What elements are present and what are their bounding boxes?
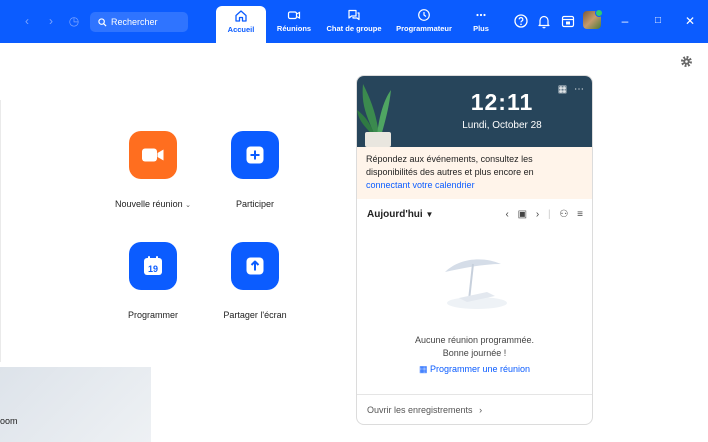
filter-icon[interactable]: ≡ <box>577 209 583 220</box>
day-selector[interactable]: Aujourd'hui ▼ <box>367 209 433 220</box>
calendar-day-icon: 19 <box>144 256 162 275</box>
forward-icon[interactable]: › <box>43 13 59 29</box>
notice-text: Répondez aux événements, consultez les d… <box>366 154 534 177</box>
calendar-card: 12:11 Lundi, October 28 ▦ ⋯ Répondez aux… <box>356 75 593 425</box>
tab-label: Chat de groupe <box>326 24 382 33</box>
schedule-meeting-link[interactable]: ▦ Programmer une réunion <box>357 364 592 375</box>
tab-label: Plus <box>473 24 489 33</box>
join-button[interactable] <box>231 131 279 179</box>
more-icon <box>476 13 486 17</box>
schedule-meeting-label: Programmer une réunion <box>429 364 531 374</box>
no-meetings-text: Aucune réunion programmée. Bonne journée… <box>357 334 592 360</box>
chevron-right-icon[interactable]: › <box>536 209 539 220</box>
title-bar: ‹ › ◷ Accueil Réunions Chat de groupe Pr… <box>0 0 708 43</box>
search-input[interactable] <box>111 17 179 27</box>
chevron-left-icon[interactable]: ‹ <box>506 209 509 220</box>
tab-reunions[interactable]: Réunions <box>272 0 316 43</box>
history-icon[interactable]: ◷ <box>66 13 82 29</box>
calendar-small-icon[interactable]: ▦ <box>558 84 567 95</box>
tab-label: Programmateur <box>396 24 452 33</box>
video-icon <box>287 11 301 20</box>
schedule-label: Programmer <box>127 310 178 320</box>
connect-calendar-link[interactable]: connectant votre calendrier <box>366 180 475 190</box>
join-label: Participer <box>235 199 274 209</box>
calendar-icon[interactable] <box>559 12 577 30</box>
chevron-down-icon: ▼ <box>425 210 434 219</box>
recordings-link: Ouvrir les enregistrements <box>367 405 473 415</box>
popup-text: oom <box>0 416 18 426</box>
plus-icon <box>246 146 264 164</box>
plant-illustration <box>357 84 391 147</box>
clock-time: 12:11 <box>470 89 534 115</box>
back-icon[interactable]: ‹ <box>19 13 35 29</box>
settings-gear-icon[interactable] <box>680 55 693 68</box>
help-icon[interactable] <box>512 12 530 30</box>
chat-icon <box>348 9 360 21</box>
schedule-button[interactable]: 19 <box>129 242 177 290</box>
join-action[interactable]: Participer <box>200 131 310 209</box>
minimize-icon[interactable]: – <box>617 12 633 30</box>
tab-programmateur[interactable]: Programmateur <box>392 0 456 43</box>
connect-calendar-notice: Répondez aux événements, consultez les d… <box>357 147 592 199</box>
chevron-right-icon: › <box>479 405 483 415</box>
clock-date: Lundi, October 28 <box>462 120 542 131</box>
tab-accueil[interactable]: Accueil <box>216 6 266 43</box>
share-screen-button[interactable] <box>231 242 279 290</box>
people-icon[interactable]: ⚇ <box>559 209 568 220</box>
avatar[interactable] <box>583 9 603 29</box>
card-tools: ▦ ⋯ <box>558 84 584 95</box>
maximize-icon[interactable]: □ <box>650 12 666 30</box>
close-icon[interactable]: ✕ <box>682 12 698 30</box>
new-meeting-button[interactable] <box>129 131 177 179</box>
status-dot <box>595 9 603 17</box>
new-meeting-action[interactable]: Nouvelle réunion ⌄ <box>98 131 208 209</box>
chevron-down-icon[interactable]: ⌄ <box>185 202 191 209</box>
calendar-small-icon: ▦ <box>418 364 428 374</box>
day-toolbar: Aujourd'hui ▼ ‹ ▣ › | ⚇ ≡ <box>367 209 583 225</box>
beach-umbrella-illustration <box>445 259 507 309</box>
calendar-picker-icon[interactable]: ▣ <box>518 209 527 220</box>
search-box[interactable] <box>90 12 188 32</box>
no-meetings-line1: Aucune réunion programmée. <box>414 335 535 345</box>
share-arrow-icon <box>246 257 264 275</box>
tab-chat[interactable]: Chat de groupe <box>322 0 386 43</box>
clock-icon <box>418 9 430 21</box>
no-meetings-line2: Bonne journée ! <box>442 348 507 358</box>
day-nav: ‹ ▣ › | ⚇ ≡ <box>500 209 583 220</box>
toolbar-divider: | <box>548 209 551 220</box>
home-icon <box>235 10 247 22</box>
tab-label: Accueil <box>227 25 255 34</box>
day-selector-label: Aujourd'hui <box>367 209 423 220</box>
tab-plus[interactable]: Plus <box>466 0 496 43</box>
recordings-row[interactable]: Ouvrir les enregistrements › <box>357 394 592 424</box>
search-icon <box>98 18 107 27</box>
share-screen-action[interactable]: Partager l'écran <box>200 242 310 320</box>
notification-popup-fragment: oom <box>0 367 151 442</box>
schedule-action[interactable]: 19 Programmer <box>98 242 208 320</box>
calendar-header: 12:11 Lundi, October 28 ▦ ⋯ <box>357 76 592 147</box>
divider <box>0 100 1 362</box>
tab-label: Réunions <box>276 24 312 33</box>
new-meeting-label: Nouvelle réunion <box>115 199 183 209</box>
video-camera-icon <box>142 148 164 162</box>
more-options-icon[interactable]: ⋯ <box>574 84 584 95</box>
share-screen-label: Partager l'écran <box>223 310 287 320</box>
calendar-day-number: 19 <box>148 264 158 274</box>
bell-icon[interactable] <box>535 12 553 30</box>
